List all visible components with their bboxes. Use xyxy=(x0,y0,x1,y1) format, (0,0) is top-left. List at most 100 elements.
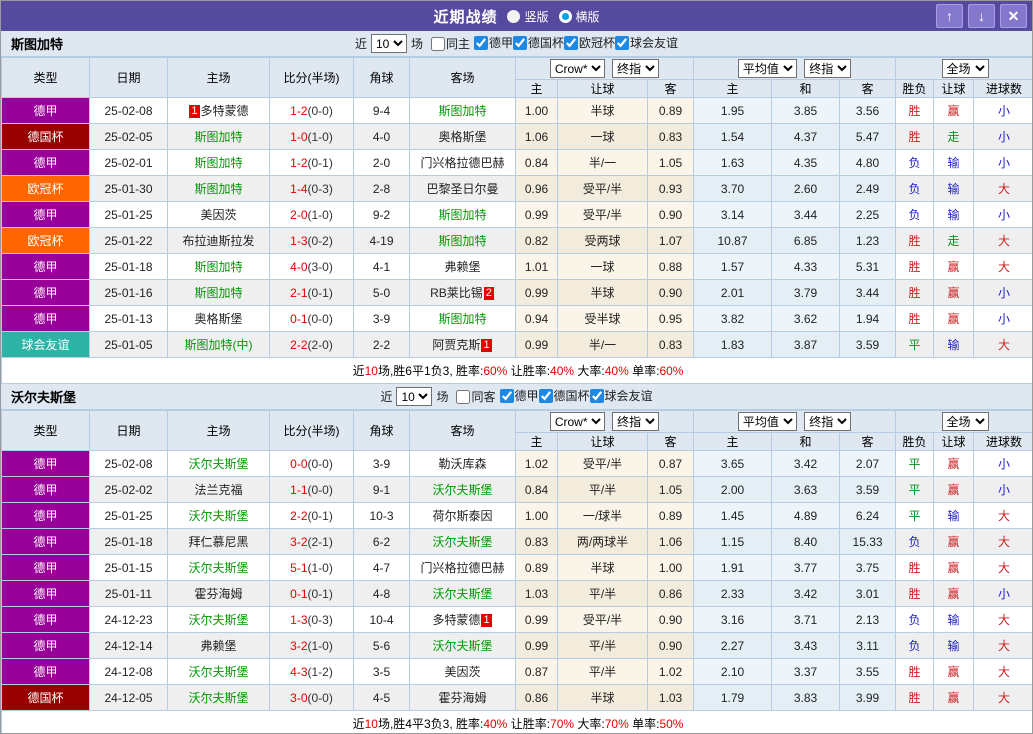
handicap-cell: 平/半 xyxy=(557,580,648,607)
odds-home-cell: 0.99 xyxy=(515,632,558,659)
corner-cell: 3-5 xyxy=(353,658,410,685)
home-team-cell: 沃尔夫斯堡 xyxy=(167,684,270,711)
outcome-cell: 胜 xyxy=(895,684,935,711)
match-rows: 德甲 25-02-08 沃尔夫斯堡 0-0(0-0) 3-9 勒沃库森 1.02 受平/半 0.… xyxy=(1,450,1032,711)
recent-count-select[interactable]: 10 xyxy=(396,387,433,406)
near-label: 近 xyxy=(354,37,367,51)
league-checkbox[interactable] xyxy=(615,35,630,50)
home-team-cell: 斯图加特(中) xyxy=(167,331,270,358)
league-checkbox[interactable] xyxy=(589,388,604,403)
goals-result-cell: 小 xyxy=(973,149,1032,176)
handicap-result-cell: 输 xyxy=(933,149,975,176)
avg-away-cell: 2.07 xyxy=(839,450,897,477)
team-label: 斯图加特 xyxy=(194,130,243,144)
col-header-type: 类型 xyxy=(1,410,90,451)
away-team-cell: 霍芬海姆 xyxy=(409,684,516,711)
radio-checked-icon[interactable] xyxy=(558,9,572,23)
team-label: 门兴格拉德巴赫 xyxy=(420,561,505,575)
avg-away-cell: 3.59 xyxy=(839,331,897,358)
goals-result-cell: 小 xyxy=(973,97,1032,124)
away-team-cell: 多特蒙德 1 xyxy=(409,606,516,633)
period-select[interactable]: 全场 xyxy=(941,59,989,78)
home-team-cell: 1 多特蒙德 xyxy=(167,97,270,124)
sub-header-goals: 进球数 xyxy=(973,432,1032,451)
date-cell: 25-01-18 xyxy=(89,253,168,280)
odds-time-select[interactable]: 终指 xyxy=(612,59,660,78)
handicap-cell: 一球 xyxy=(557,123,648,150)
layout-horizontal-radio[interactable]: 横版 xyxy=(558,8,600,25)
home-team-cell: 沃尔夫斯堡 xyxy=(167,502,270,529)
avg-away-cell: 6.24 xyxy=(839,502,897,529)
radio-icon[interactable] xyxy=(507,9,521,23)
summary-text: 近 xyxy=(352,717,365,731)
handicap-cell: 受半球 xyxy=(557,305,648,332)
team-label: 沃尔夫斯堡 xyxy=(188,457,249,471)
same-venue-checkbox-item[interactable]: 同主 xyxy=(430,35,470,52)
move-up-button[interactable]: ↑ xyxy=(936,4,963,28)
matches-table: 类型 日期 主场 比分(半场) 角球 客场 Crow* 终指 平均值 终指 全场… xyxy=(1,57,1032,384)
summary-row: 近10场,胜6平1负3, 胜率:60% 让胜率:40% 大率:40% 单率:60… xyxy=(1,357,1032,384)
league-filter-球会友谊[interactable]: 球会友谊 xyxy=(589,387,653,404)
odds-source-select[interactable]: Crow* xyxy=(549,412,605,431)
same-venue-checkbox[interactable] xyxy=(430,36,445,51)
handicap-result-cell: 走 xyxy=(933,123,975,150)
recent-count-select[interactable]: 10 xyxy=(370,34,407,53)
same-venue-checkbox[interactable] xyxy=(456,389,471,404)
summary-text: 单率: xyxy=(628,364,660,378)
team-label: 斯图加特 xyxy=(438,234,487,248)
league-checkbox[interactable] xyxy=(499,388,514,403)
league-filter-德甲[interactable]: 德甲 xyxy=(499,387,539,404)
matches-table: 类型 日期 主场 比分(半场) 角球 客场 Crow* 终指 平均值 终指 全场… xyxy=(1,410,1032,733)
league-filter-德甲[interactable]: 德甲 xyxy=(473,34,513,51)
halftime-score: (2-1) xyxy=(307,534,333,549)
league-checkbox[interactable] xyxy=(564,35,579,50)
league-cell: 德甲 xyxy=(1,632,90,659)
period-group-header: 全场 xyxy=(895,410,1032,433)
home-team-cell: 沃尔夫斯堡 xyxy=(167,554,270,581)
halftime-score: (0-0) xyxy=(307,103,333,118)
period-select[interactable]: 全场 xyxy=(941,412,989,431)
halftime-score: (0-2) xyxy=(307,233,333,248)
team-label: 沃尔夫斯堡 xyxy=(432,587,493,601)
date-cell: 25-02-08 xyxy=(89,450,168,477)
avg-source-select[interactable]: 平均值 xyxy=(737,59,797,78)
avg-home-cell: 1.45 xyxy=(693,502,773,529)
team-label: 斯图加特 xyxy=(194,182,243,196)
league-filter-欧冠杯[interactable]: 欧冠杯 xyxy=(564,34,615,51)
date-cell: 24-12-05 xyxy=(89,684,168,711)
league-rank-badge: 1 xyxy=(481,614,492,627)
avg-draw-cell: 3.77 xyxy=(771,554,841,581)
avg-time-select[interactable]: 终指 xyxy=(804,412,852,431)
date-cell: 25-01-25 xyxy=(89,201,168,228)
league-checkbox[interactable] xyxy=(473,35,488,50)
avg-time-select[interactable]: 终指 xyxy=(804,59,852,78)
odds-time-select[interactable]: 终指 xyxy=(612,412,660,431)
league-checkbox[interactable] xyxy=(538,388,553,403)
layout-vertical-radio[interactable]: 竖版 xyxy=(507,8,549,25)
avg-source-select[interactable]: 平均值 xyxy=(737,412,797,431)
home-team-cell: 奥格斯堡 xyxy=(167,305,270,332)
team-label: 荷尔斯泰因 xyxy=(432,509,493,523)
score-cell: 2-1(0-1) xyxy=(269,279,354,306)
league-cell: 德甲 xyxy=(1,201,90,228)
team-section: 斯图加特 近 10 场 同主 德甲 德国杯 欧冠杯 球会友谊 类型 日期 主场 … xyxy=(1,31,1032,384)
same-venue-checkbox-item[interactable]: 同客 xyxy=(456,388,496,405)
fulltime-score: 0-1 xyxy=(290,311,308,326)
summary-text: 场,胜4平3负3, 胜率: xyxy=(377,717,484,731)
avg-draw-cell: 3.85 xyxy=(771,97,841,124)
league-checkbox-label: 球会友谊 xyxy=(630,36,679,51)
goals-result-cell: 小 xyxy=(973,580,1032,607)
league-checkbox[interactable] xyxy=(513,35,527,50)
summary-text: 近 xyxy=(352,364,365,378)
summary-stat-value: 10 xyxy=(364,364,378,378)
goals-result-cell: 大 xyxy=(973,632,1032,659)
avg-draw-cell: 3.42 xyxy=(771,450,841,477)
team-label: 沃尔夫斯堡 xyxy=(432,483,493,497)
odds-source-select[interactable]: Crow* xyxy=(549,59,605,78)
league-filter-德国杯[interactable]: 德国杯 xyxy=(513,34,564,51)
close-button[interactable]: ✕ xyxy=(1000,4,1027,28)
league-filter-德国杯[interactable]: 德国杯 xyxy=(538,387,590,404)
league-filter-球会友谊[interactable]: 球会友谊 xyxy=(615,34,678,51)
move-down-button[interactable]: ↓ xyxy=(968,4,995,28)
league-checkbox-label: 德甲 xyxy=(488,36,513,51)
